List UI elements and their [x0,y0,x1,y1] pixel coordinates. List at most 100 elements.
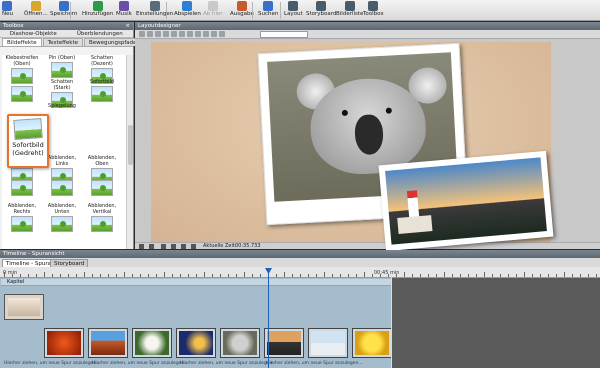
tab-bewegungspfade[interactable]: Bewegungspfade [84,38,142,46]
ruler-tick [444,272,445,277]
effect-item[interactable]: Sofortbild [82,79,122,102]
ruler-tick [308,274,309,277]
toolbar-button[interactable]: Öffnen... [24,1,48,18]
ruler-tick [68,274,69,277]
ruler-tick [404,272,405,277]
toolbar-button[interactable]: Einstellungen [136,1,173,18]
ruler-tick [548,274,549,277]
toolbar-button-label: Bilderliste [336,11,364,17]
ruler-tick [300,274,301,277]
tool-icon[interactable] [195,31,201,37]
effect-item[interactable]: Abblenden, Vertikal [82,203,122,232]
toolbar-button[interactable]: Storyboard [306,1,336,18]
zoom-select[interactable] [260,31,308,38]
toolbar-separator [70,2,71,19]
ruler-tick [596,274,597,277]
playhead-line[interactable] [268,272,269,368]
effect-item[interactable]: Klebestreifen (Oben) [2,55,42,84]
tool-icon[interactable] [187,31,193,37]
effect-label: Abblenden, Vertikal [87,203,117,215]
previous-icon[interactable] [171,244,176,249]
ruler-tick [4,272,5,277]
tool-icon[interactable] [211,31,217,37]
clip-hydrangea[interactable] [132,328,172,358]
clip-flower-red[interactable] [44,328,84,358]
clip-koala[interactable] [220,328,260,358]
ruler-tick [252,274,253,277]
toolbox-tabs-top: Diashow-Objekte Überblendungen [0,30,133,38]
tool-icon[interactable] [163,31,169,37]
toolbar-button-label: Hinzufügen [82,11,114,17]
toolbar-button[interactable]: Abspielen [174,1,201,18]
toolbar-button-label: Suchen [258,11,279,17]
tool-icon[interactable] [147,31,153,37]
tab-storyboard[interactable]: Storyboard [50,259,89,267]
effects-scrollbar[interactable] [126,55,133,249]
lighthouse-photo[interactable] [378,150,554,252]
tool-icon[interactable] [171,31,177,37]
toolbar-button[interactable]: Layout [284,1,303,18]
rewind-icon[interactable] [161,244,166,249]
current-time-value: 00:35.733 [235,243,261,249]
ruler-tick [100,274,101,277]
ruler-tick [204,272,205,277]
chapter-track[interactable]: Kapitel [1,279,392,286]
toolbar-button[interactable]: Ausgabe [230,1,254,18]
effect-item[interactable] [2,85,42,102]
ruler-tick [44,272,45,277]
tool-icon[interactable] [139,31,145,37]
title-slide-thumbnail[interactable] [4,294,44,320]
ruler-tick [36,274,37,277]
ruler-tick [460,274,461,277]
tool-icon[interactable] [179,31,185,37]
toolbar-button[interactable]: Bilderliste [336,1,363,18]
next-icon[interactable] [181,244,186,249]
toolbar-button[interactable]: Hinzufügen [82,1,113,18]
lighthouse-image [385,157,547,245]
ruler-tick [28,274,29,277]
toolbar-separator [252,2,253,19]
forward-icon[interactable] [191,244,196,249]
toolbox-tabs-bottom: Bildeffekte Texteffekte Bewegungspfade [0,38,142,47]
clip-lighthouse[interactable] [264,328,304,358]
tab-texteffekte[interactable]: Texteffekte [42,38,84,46]
clip-desert[interactable] [88,328,128,358]
scrollbar-thumb[interactable] [128,125,133,165]
stop-icon[interactable] [149,244,154,249]
ruler-tick [428,274,429,277]
output-icon [236,1,247,11]
time-ruler[interactable]: 0 min 00:45 min [0,267,600,278]
clips-row [44,328,392,360]
toolbar-button[interactable]: Toolbox [363,1,384,18]
ruler-tick [492,274,493,277]
toolbar-button[interactable]: Speichern [50,1,77,18]
clip-penguins[interactable] [308,328,348,358]
play-icon[interactable] [139,244,144,249]
close-icon[interactable]: × [125,22,130,30]
tab-ueberblendungen[interactable]: Überblendungen [67,30,134,37]
tab-diashow-objekte[interactable]: Diashow-Objekte [0,30,67,37]
tool-icon[interactable] [155,31,161,37]
timeline-panel: Timeline - Spuransicht Timeline - Spuran… [0,250,600,368]
ruler-tick [188,274,189,277]
toolbar-button[interactable]: Neu [2,1,13,18]
tool-icon[interactable] [203,31,209,37]
toolbar-button[interactable]: Musik [116,1,132,18]
effect-label: Abblenden, Rechts [7,203,37,215]
effect-item[interactable]: Spiegelung [42,103,82,109]
ruler-tick [156,274,157,277]
effect-item[interactable]: Pin (Oben) [42,55,82,78]
effect-item[interactable] [42,179,82,196]
clip-jellyfish[interactable] [176,328,216,358]
effect-item[interactable]: Abblenden, Rechts [2,203,42,232]
clip-tulips[interactable] [352,328,392,358]
tab-bildeffekte[interactable]: Bildeffekte [2,38,42,46]
effect-label: Abblenden, Oben [87,155,117,167]
toolbar-button[interactable]: Suchen [258,1,278,18]
toolbox-header: Toolbox × [0,22,133,30]
effect-item[interactable] [82,179,122,196]
toolbar-button[interactable]: Ab hier [203,1,223,18]
effect-item[interactable] [2,179,42,196]
effect-item[interactable]: Abblenden, Unten [42,203,82,232]
tool-icon[interactable] [219,31,225,37]
